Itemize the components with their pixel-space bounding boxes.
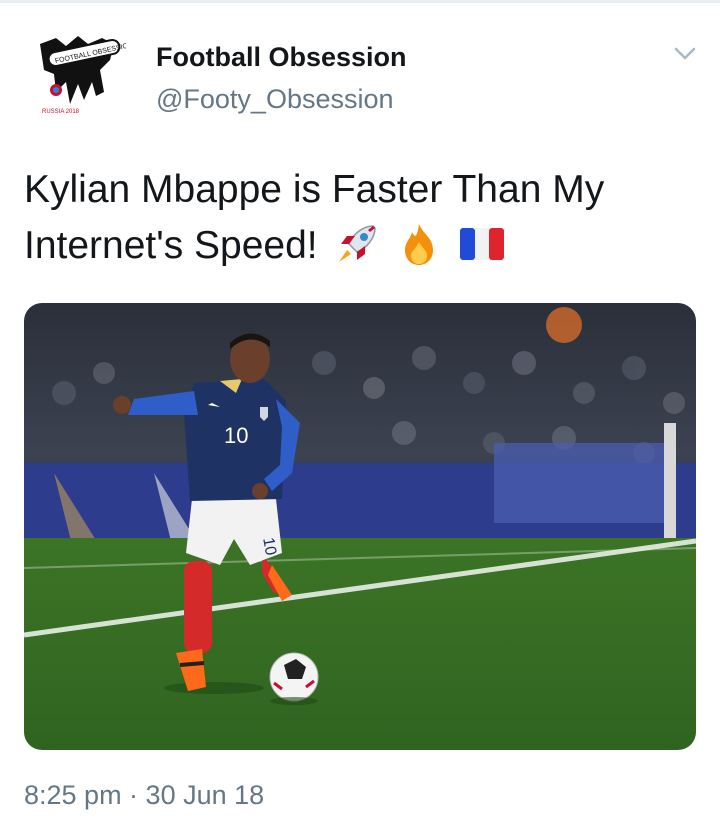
- france-flag-emoji-icon: [458, 220, 506, 268]
- account-handle[interactable]: @Footy_Obsession: [156, 84, 394, 115]
- tweet-timestamp[interactable]: 8:25 pm · 30 Jun 18: [24, 780, 264, 811]
- shorts-number: 10: [259, 536, 279, 557]
- rocket-emoji-icon: [333, 220, 381, 268]
- pitch: [24, 538, 696, 750]
- account-name[interactable]: Football Obsession: [156, 42, 407, 73]
- top-divider: [0, 0, 720, 3]
- tweet-text: Kylian Mbappe is Faster Than My Internet…: [24, 168, 605, 267]
- tweet-text-block: Kylian Mbappe is Faster Than My Internet…: [24, 162, 704, 274]
- avatar-badge: RUSSIA 2018: [42, 109, 80, 115]
- chevron-down-icon[interactable]: [668, 38, 702, 68]
- fire-emoji-icon: [395, 220, 443, 268]
- jersey-number: 10: [224, 423, 248, 448]
- tweet-photo[interactable]: 10 10: [24, 303, 696, 750]
- profile-avatar[interactable]: FOOTBALL OBSESSION RUSSIA 2018: [26, 30, 134, 120]
